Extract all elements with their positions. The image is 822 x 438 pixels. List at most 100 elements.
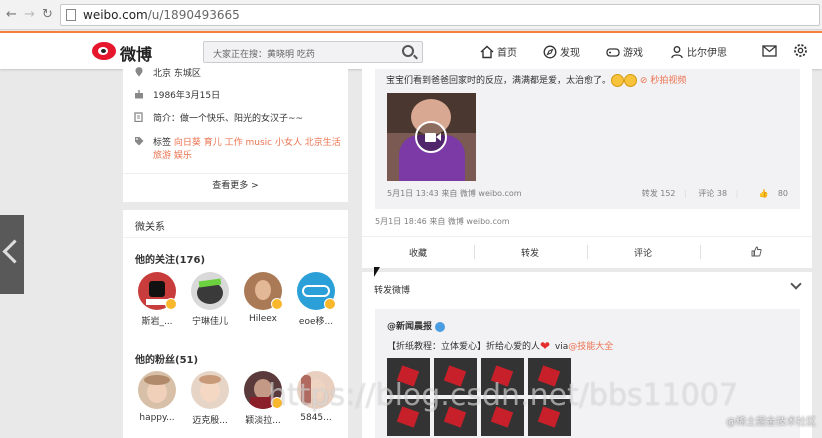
thumbs-up-icon: 👍 <box>758 189 769 198</box>
like-count-wrap[interactable]: 👍 80 <box>750 189 788 198</box>
stat-divider: | <box>684 189 687 198</box>
chevron-down-icon[interactable] <box>790 278 802 290</box>
reload-icon[interactable]: ↻ <box>42 7 53 22</box>
relations-title: 微关系 <box>135 222 165 233</box>
tags-line2-wrap: 旅游 娱乐 <box>153 148 192 161</box>
following-avatar-3[interactable]: Hileex <box>241 272 285 330</box>
weibo-logo[interactable]: 微博 <box>92 39 162 64</box>
post-action-bar: 收藏 转发 评论 <box>362 236 812 268</box>
post1-meta: 5月1日 13:43 来自 微博 weibo.com <box>387 189 522 198</box>
tags-text: 标签 向日葵 育儿 工作 music 小女人 北京生活 <box>153 135 341 148</box>
address-bar[interactable]: weibo.com/u/1890493665 <box>60 4 820 26</box>
avatar <box>191 272 229 310</box>
follower-name-1: happy... <box>139 413 175 423</box>
following-avatar-2[interactable]: 宁琳佳儿 <box>188 272 232 330</box>
laugh-emoji-icon <box>624 74 638 87</box>
weibo-top-nav: 微博 大家正在搜：黄晓明 吃药 首页 发现 游戏 比尔伊思 <box>0 31 822 69</box>
follower-name-2: 迈克殷... <box>192 416 228 426</box>
nav-discover[interactable]: 发现 <box>543 44 580 60</box>
repost-button[interactable]: 转发 <box>474 246 586 259</box>
weibo-eye-icon <box>92 42 116 60</box>
video-link-icon: ⊘ <box>639 76 648 86</box>
location-pin-icon <box>135 67 143 77</box>
following-avatar-1[interactable]: 斯岩_... <box>135 272 179 330</box>
following-name-4: eoe移... <box>298 317 334 327</box>
post1-text: 宝宝们看到爸爸回家时的反应，满满都是爱，太治愈了。 <box>386 76 612 86</box>
search-box[interactable]: 大家正在搜：黄晓明 吃药 <box>203 41 423 63</box>
nav-user-label: 比尔伊思 <box>687 48 727 59</box>
url-host: weibo.com <box>83 8 148 22</box>
nav-game-label: 游戏 <box>623 48 643 59</box>
post2-via-link[interactable]: @技能大全 <box>568 342 613 352</box>
follower-avatar-2[interactable]: 迈克殷... <box>188 371 232 429</box>
page-icon <box>66 9 76 21</box>
prev-arrow-button[interactable] <box>0 215 24 294</box>
post2-body-text: 【折纸教程：立体爱心】折给心爱的人 <box>387 342 541 352</box>
stat-divider: | <box>735 189 739 198</box>
quoted-post: 宝宝们看到爸爸回家时的反应，满满都是爱，太治愈了。 ⊘ 秒拍视频 5月1日 13… <box>375 69 800 209</box>
see-more-link[interactable]: 查看更多 > <box>123 173 348 197</box>
heart-icon: ❤ <box>540 339 551 353</box>
relations-header: 微关系 <box>123 210 348 238</box>
tags-links-line1[interactable]: 向日葵 育儿 工作 music 小女人 北京生活 <box>174 138 341 148</box>
laugh-emoji-icon <box>611 74 625 87</box>
nav-user[interactable]: 比尔伊思 <box>670 44 727 60</box>
home-icon <box>480 45 494 58</box>
edit-note-icon <box>134 112 143 122</box>
search-input[interactable]: 大家正在搜：黄晓明 吃药 <box>213 47 315 60</box>
following-name-1: 斯岩_... <box>141 317 173 327</box>
following-title[interactable]: 他的关注(176) <box>135 251 205 266</box>
nav-discover-label: 发现 <box>560 48 580 59</box>
thumbs-up-icon <box>751 246 762 257</box>
followers-title[interactable]: 他的粉丝(51) <box>135 351 198 366</box>
verified-badge-icon <box>165 298 177 310</box>
gear-icon[interactable] <box>793 43 808 58</box>
credit-text: @稀土掘金技术社区 <box>726 417 816 428</box>
nav-home-label: 首页 <box>497 48 517 59</box>
post-text: 宝宝们看到爸爸回家时的反应，满满都是爱，太治愈了。 ⊘ 秒拍视频 <box>386 73 686 87</box>
following-name-3: Hileex <box>248 314 277 324</box>
verified-blue-icon <box>435 321 446 332</box>
forward-icon[interactable]: → <box>24 7 35 22</box>
verified-badge-icon <box>271 298 283 310</box>
url-path: /u/1890493665 <box>147 8 240 22</box>
nav-game[interactable]: 游戏 <box>606 44 643 60</box>
repost-count[interactable]: 转发 152 <box>642 189 676 198</box>
avatar <box>138 371 176 409</box>
browser-toolbar: ← → ↻ weibo.com/u/1890493665 <box>0 0 822 30</box>
tags-links-line2[interactable]: 旅游 娱乐 <box>153 151 192 161</box>
like-count: 80 <box>777 189 788 198</box>
post2-body: 【折纸教程：立体爱心】折给心爱的人❤ via@技能大全 <box>387 339 613 352</box>
mail-icon[interactable] <box>762 44 777 58</box>
play-video-icon[interactable] <box>415 121 447 153</box>
compass-icon <box>543 45 557 58</box>
logo-text: 微博 <box>120 45 153 64</box>
post1-stats: 转发 152 | 评论 38 | 👍 80 <box>633 188 788 199</box>
birthday-cake-icon <box>135 90 143 99</box>
user-icon <box>671 45 683 58</box>
tags-label: 标签 <box>153 138 172 148</box>
search-icon[interactable] <box>402 45 414 57</box>
like-button[interactable] <box>700 246 812 260</box>
comment-count[interactable]: 评论 38 <box>698 189 727 198</box>
nav-home[interactable]: 首页 <box>480 44 517 60</box>
birthday-text: 1986年3月15日 <box>153 91 221 101</box>
post2-author-wrap[interactable]: @新闻晨报 <box>387 319 446 332</box>
follower-avatar-1[interactable]: happy... <box>135 371 179 429</box>
back-icon[interactable]: ← <box>6 7 17 22</box>
tag-icon <box>135 137 144 146</box>
mouse-cursor-icon <box>374 267 380 277</box>
comment-button[interactable]: 评论 <box>587 246 699 259</box>
video-thumbnail[interactable] <box>387 93 476 181</box>
following-avatar-4[interactable]: eoe移... <box>294 272 338 330</box>
profile-info-card: 北京 东城区 1986年3月15日 简介：做一个快乐、阳光的女汉子~~ 标签 向… <box>123 67 348 202</box>
post2-via: via <box>554 342 569 352</box>
video-link[interactable]: 秒拍视频 <box>650 76 686 86</box>
following-name-2: 宁琳佳儿 <box>191 317 228 327</box>
url-text: weibo.com/u/1890493665 <box>83 8 240 22</box>
feed-post-1: 宝宝们看到爸爸回家时的反应，满满都是爱，太治愈了。 ⊘ 秒拍视频 5月1日 13… <box>362 69 812 268</box>
follower-name-3: 颖淡拉... <box>245 416 281 426</box>
favorite-button[interactable]: 收藏 <box>362 246 474 259</box>
avatar <box>191 371 229 409</box>
gamepad-icon <box>606 47 620 57</box>
